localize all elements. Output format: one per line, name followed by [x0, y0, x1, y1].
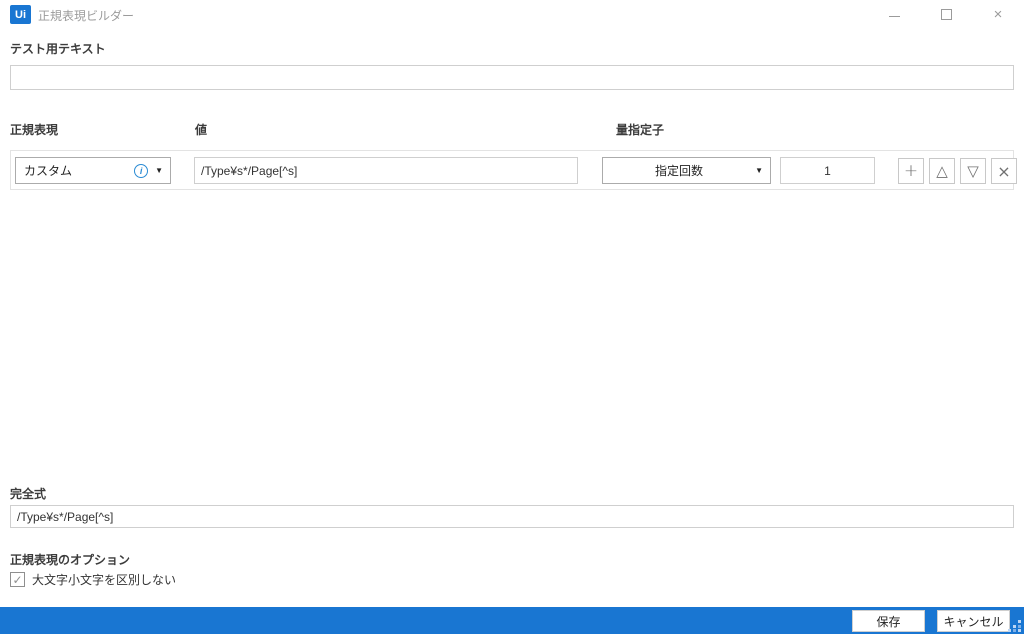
regex-value-input[interactable] [194, 157, 578, 184]
regex-row: カスタム i ▼ 指定回数 ▼ + △ ▽ × [10, 150, 1014, 190]
save-button[interactable]: 保存 [852, 610, 925, 632]
chevron-down-icon: ▼ [755, 166, 763, 175]
move-down-button[interactable]: ▽ [960, 158, 986, 184]
case-insensitive-label: 大文字小文字を区別しない [32, 571, 176, 588]
regex-column-label: 正規表現 [10, 121, 58, 138]
quantifier-column-label: 量指定子 [616, 121, 664, 138]
add-row-button[interactable]: + [898, 158, 924, 184]
case-insensitive-checkbox[interactable]: ✓ [10, 572, 25, 587]
test-text-label: テスト用テキスト [10, 40, 106, 57]
resize-grip[interactable] [1008, 618, 1022, 632]
regex-options-label: 正規表現のオプション [10, 551, 130, 568]
close-button[interactable]: × [972, 0, 1024, 28]
cancel-button[interactable]: キャンセル [937, 610, 1010, 632]
maximize-icon [941, 9, 952, 20]
full-expression-label: 完全式 [10, 485, 46, 502]
regex-type-dropdown[interactable]: カスタム i ▼ [15, 157, 171, 184]
check-icon: ✓ [12, 574, 22, 586]
test-text-input[interactable] [10, 65, 1014, 90]
close-icon: × [994, 7, 1003, 22]
full-expression-input[interactable] [10, 505, 1014, 528]
footer-bar: 保存 キャンセル [0, 607, 1024, 634]
uipath-logo-icon: Ui [10, 5, 31, 24]
quantifier-value: 指定回数 [603, 162, 755, 179]
minimize-button[interactable] [868, 0, 920, 28]
remove-row-button[interactable]: × [991, 158, 1017, 184]
titlebar: Ui 正規表現ビルダー × [0, 0, 1024, 28]
maximize-button[interactable] [920, 0, 972, 28]
window-title: 正規表現ビルダー [38, 7, 134, 24]
quantifier-dropdown[interactable]: 指定回数 ▼ [602, 157, 771, 184]
case-insensitive-option: ✓ 大文字小文字を区別しない [10, 571, 176, 588]
move-up-button[interactable]: △ [929, 158, 955, 184]
repeat-count-input[interactable] [780, 157, 875, 184]
regex-builder-window: Ui 正規表現ビルダー × テスト用テキスト 正規表現 値 量指定子 カスタム … [0, 0, 1024, 634]
minimize-icon [889, 16, 900, 17]
value-column-label: 値 [195, 121, 207, 138]
window-controls: × [868, 0, 1024, 28]
info-icon[interactable]: i [134, 164, 148, 178]
chevron-down-icon: ▼ [155, 166, 163, 175]
regex-type-value: カスタム [24, 162, 72, 179]
